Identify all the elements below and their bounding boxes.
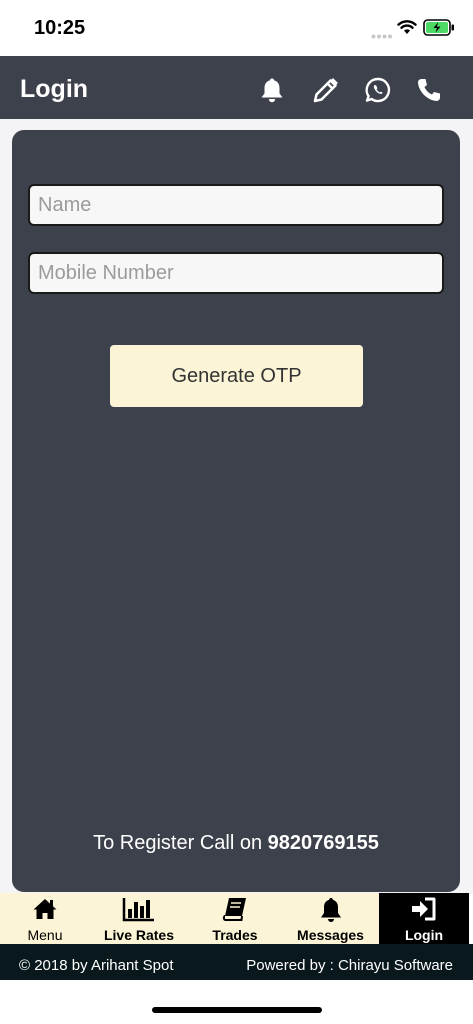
status-time: 10:25 (34, 17, 86, 39)
tab-login[interactable]: Login (379, 893, 469, 944)
register-info: To Register Call on 9820769155 (12, 832, 460, 855)
tab-label-messages: Messages (297, 927, 364, 943)
wifi-icon (397, 19, 417, 40)
tab-messages[interactable]: Messages (282, 893, 379, 944)
footer: © 2018 by Arihant Spot Powered by : Chir… (0, 944, 473, 980)
generate-otp-button[interactable]: Generate OTP (110, 345, 363, 407)
tab-label-menu: Menu (27, 927, 63, 943)
mobile-number-input[interactable] (28, 252, 444, 294)
footer-copyright: © 2018 by Arihant Spot (19, 957, 174, 974)
status-bar: 10:25 (0, 0, 473, 56)
pencil-icon[interactable] (312, 76, 340, 104)
tab-label-live-rates: Live Rates (103, 927, 175, 943)
register-text: To Register Call on (93, 832, 263, 854)
tab-label-trades: Trades (212, 927, 258, 943)
tab-menu[interactable]: Menu (0, 893, 90, 944)
name-input[interactable] (28, 184, 444, 226)
app-header: Login (0, 56, 473, 119)
battery-charging-icon (423, 19, 455, 41)
cellular-signal-icon (371, 26, 393, 44)
page-title: Login (20, 75, 89, 103)
login-card (12, 130, 460, 892)
tab-live-rates[interactable]: Live Rates (90, 893, 188, 944)
register-phone-link[interactable]: 9820769155 (268, 832, 379, 854)
whatsapp-icon[interactable] (364, 76, 392, 104)
bottom-tab-bar: Menu Live Rates Trades Messages Login (0, 893, 469, 944)
phone-icon[interactable] (415, 76, 443, 104)
home-indicator[interactable] (152, 1007, 322, 1013)
tab-trades[interactable]: Trades (188, 893, 282, 944)
footer-powered-by: Powered by : Chirayu Software (246, 957, 453, 974)
tab-label-login: Login (404, 927, 444, 943)
bell-icon[interactable] (258, 76, 286, 104)
